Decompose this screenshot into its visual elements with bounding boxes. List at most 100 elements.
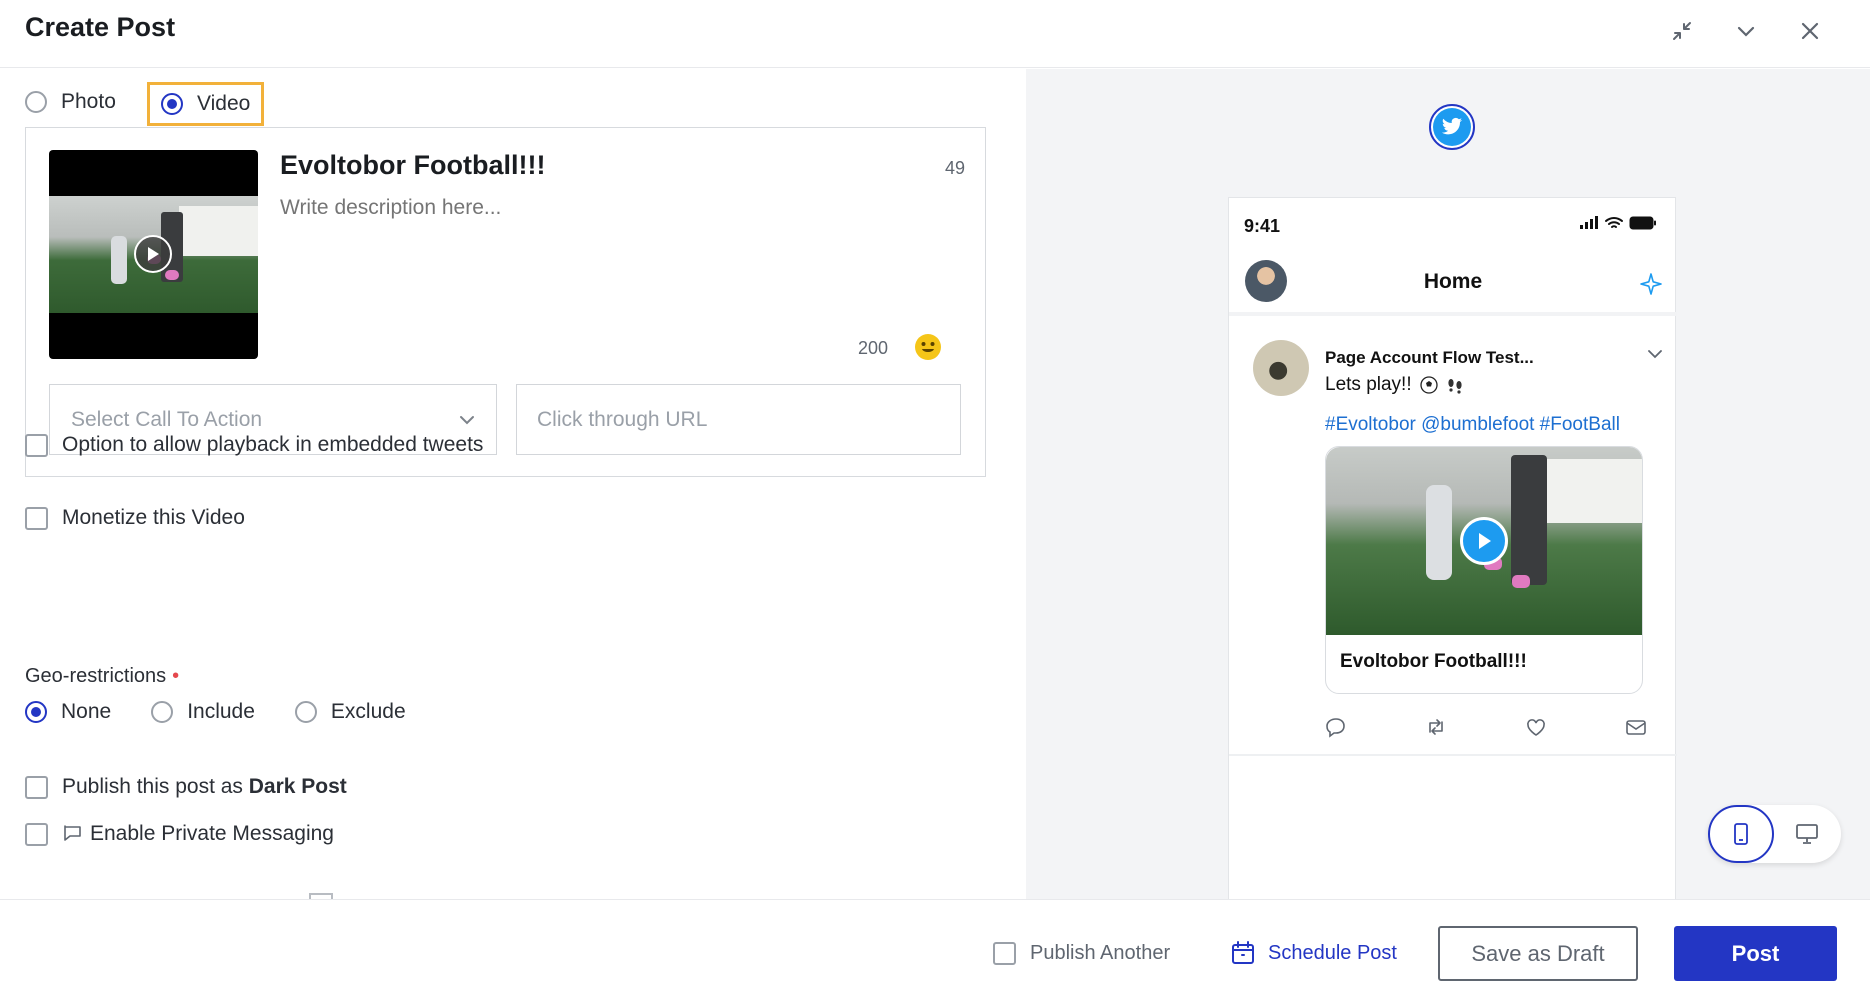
- click-through-url-input[interactable]: [516, 384, 961, 455]
- chevron-down-icon: [1648, 350, 1662, 359]
- like-icon[interactable]: [1525, 716, 1547, 738]
- publish-another-label: Publish Another: [1030, 942, 1171, 964]
- preview-home-bar: Home: [1229, 250, 1677, 316]
- geo-include-radio[interactable]: [151, 701, 174, 723]
- signal-icon: [1580, 216, 1598, 229]
- twitter-bird-icon: [1433, 108, 1471, 146]
- mobile-view-button[interactable]: [1708, 805, 1774, 863]
- embedded-playback-checkbox[interactable]: [25, 433, 48, 457]
- post-button[interactable]: Post: [1674, 926, 1837, 981]
- geo-exclude-label: Exclude: [330, 700, 406, 723]
- geo-label-text: Geo-restrictions: [25, 665, 167, 687]
- private-messaging-checkbox[interactable]: [25, 822, 48, 846]
- status-icons: [1579, 216, 1657, 230]
- dark-post-option[interactable]: Publish this post as Dark Post: [25, 775, 347, 799]
- retweet-icon[interactable]: [1425, 716, 1447, 738]
- reply-icon[interactable]: [1325, 716, 1347, 738]
- status-time: 9:41: [1244, 216, 1281, 236]
- geo-include-label: Include: [187, 700, 255, 723]
- geo-exclude-radio[interactable]: [294, 701, 317, 723]
- required-marker: •: [172, 665, 180, 687]
- account-avatar: [1253, 340, 1309, 396]
- schedule-post-button[interactable]: Schedule Post: [1230, 940, 1397, 966]
- wifi-icon: [1605, 217, 1623, 228]
- publish-another-option[interactable]: Publish Another: [993, 942, 1170, 965]
- geo-exclude-option[interactable]: Exclude: [294, 700, 406, 724]
- dialog-footer: Publish Another Schedule Post Save as Dr…: [0, 899, 1870, 988]
- geo-none-label: None: [61, 700, 112, 723]
- chat-bubble-icon: [64, 825, 81, 841]
- thumbnail-robot-1: [111, 236, 127, 284]
- tweet-text-content: Lets play!!: [1325, 374, 1412, 395]
- geo-include-option[interactable]: Include: [151, 700, 255, 724]
- schedule-post-label: Schedule Post: [1268, 941, 1397, 964]
- photo-radio[interactable]: [25, 91, 47, 113]
- smiley-icon: [915, 334, 941, 360]
- private-messaging-label: Enable Private Messaging: [90, 822, 334, 845]
- dark-post-prefix: Publish this post as: [62, 775, 249, 798]
- monetize-option[interactable]: Monetize this Video: [25, 506, 245, 530]
- post-title[interactable]: Evoltobor Football!!!: [280, 150, 545, 181]
- media-type-video-option[interactable]: Video: [147, 82, 265, 126]
- create-post-dialog: Create Post Photo Video Evoltobor Footba…: [0, 0, 1870, 988]
- calendar-icon: [1232, 941, 1254, 964]
- card-video-robot-2: [1511, 455, 1547, 585]
- sparkle-icon: [1640, 273, 1662, 295]
- photo-label: Photo: [61, 90, 116, 113]
- dark-post-checkbox[interactable]: [25, 775, 48, 799]
- post-editor-panel: Photo Video Evoltobor Football!!! 49 Wri…: [0, 69, 1026, 899]
- preview-panel: 9:41 Home Page Account Flow Test... Lets…: [1026, 69, 1870, 899]
- play-icon[interactable]: [1460, 517, 1508, 565]
- mobile-preview: 9:41 Home Page Account Flow Test... Lets…: [1228, 197, 1677, 899]
- dark-post-bold: Dark Post: [248, 775, 347, 798]
- tweet-hashtags[interactable]: #Evoltobor @bumblefoot #FootBall: [1325, 414, 1620, 436]
- save-as-draft-button[interactable]: Save as Draft: [1438, 926, 1638, 981]
- battery-icon: [1629, 216, 1656, 230]
- footprints-icon: [1448, 379, 1462, 394]
- minimize-button[interactable]: [1729, 14, 1763, 48]
- tweet-author: Page Account Flow Test...: [1325, 348, 1534, 367]
- collapse-arrows-icon: [1673, 22, 1691, 40]
- preview-home-title: Home: [1423, 270, 1483, 293]
- cta-placeholder: Select Call To Action: [71, 407, 263, 431]
- play-icon[interactable]: [134, 235, 172, 273]
- monetize-checkbox[interactable]: [25, 506, 48, 530]
- title-char-count: 49: [944, 158, 965, 178]
- thumbnail-wall: [179, 206, 258, 256]
- soccer-ball-icon: [1419, 376, 1438, 394]
- private-messaging-option[interactable]: Enable Private Messaging: [25, 822, 334, 846]
- page-title: Create Post: [25, 12, 176, 42]
- mobile-phone-icon: [1734, 823, 1748, 845]
- card-pink-foot: [1512, 575, 1530, 588]
- embedded-playback-label: Option to allow playback in embedded twe…: [62, 433, 484, 456]
- tweet-video[interactable]: [1326, 447, 1642, 635]
- tweet-media-card[interactable]: Evoltobor Football!!!: [1325, 446, 1643, 694]
- close-button[interactable]: [1793, 14, 1827, 48]
- desktop-view-button[interactable]: [1774, 805, 1840, 863]
- tweet-text: Lets play!!: [1325, 374, 1464, 396]
- dialog-header: Create Post: [0, 0, 1870, 68]
- preview-device-toggle: [1708, 805, 1841, 863]
- description-input[interactable]: [280, 196, 840, 220]
- share-mail-icon[interactable]: [1625, 716, 1647, 738]
- emoji-picker-button[interactable]: [914, 333, 942, 361]
- chevron-down-icon: [460, 416, 474, 425]
- card-title: Evoltobor Football!!!: [1340, 651, 1527, 672]
- tweet-preview: Page Account Flow Test... Lets play!! #E…: [1229, 316, 1677, 756]
- publish-another-checkbox[interactable]: [993, 942, 1016, 965]
- video-radio[interactable]: [161, 93, 183, 115]
- geo-none-radio[interactable]: [25, 701, 47, 723]
- geo-none-option[interactable]: None: [25, 700, 111, 724]
- dark-post-label: Publish this post as Dark Post: [62, 775, 347, 799]
- geo-restrictions-options: None Include Exclude: [25, 700, 406, 724]
- collapse-button[interactable]: [1665, 14, 1699, 48]
- video-thumbnail[interactable]: [49, 150, 258, 359]
- twitter-network-tab[interactable]: [1429, 104, 1475, 150]
- description-char-count: 200: [858, 338, 889, 358]
- media-type-photo-option[interactable]: Photo: [25, 90, 116, 114]
- post-composer: Evoltobor Football!!! 49 200 Select Call…: [25, 127, 986, 477]
- embedded-playback-option[interactable]: Option to allow playback in embedded twe…: [25, 433, 483, 457]
- tweet-actions: [1325, 716, 1647, 738]
- chevron-down-icon: [1737, 26, 1755, 37]
- monetize-label: Monetize this Video: [62, 506, 245, 529]
